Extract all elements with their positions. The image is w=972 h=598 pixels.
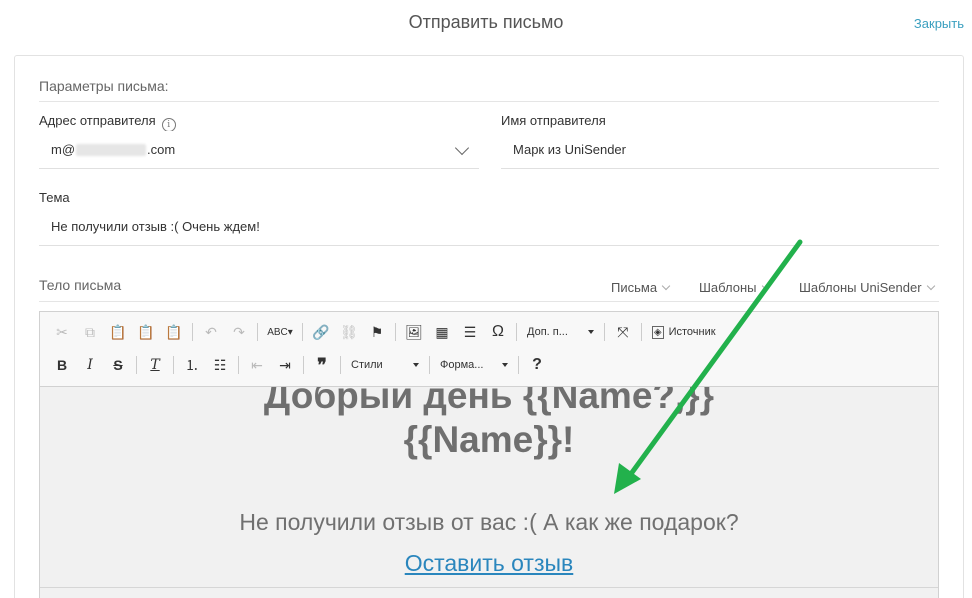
link-icon[interactable]: 🔗 xyxy=(307,320,335,344)
sender-address-suffix: .com xyxy=(147,142,176,157)
styles-combo[interactable]: Стили xyxy=(345,354,425,376)
tab-letters-label: Письма xyxy=(611,280,658,295)
editor-toolbar: ✂ ⧉ 📋 📋 📋 ↶ ↷ ABC▾ 🔗 ⛓ ⚑ 🖼 ▦ ☰ Ω Доп. п.… xyxy=(40,312,938,387)
toolbar-separator xyxy=(518,356,519,374)
content-divider xyxy=(40,587,938,588)
subject-input[interactable]: Не получили отзыв :( Очень ждем! xyxy=(39,208,939,246)
paste-icon[interactable]: 📋 xyxy=(104,320,132,344)
greeting-line-2: {{Name}}! xyxy=(403,419,575,460)
undo-icon[interactable]: ↶ xyxy=(197,320,225,344)
source-icon: ◈ xyxy=(651,325,664,339)
toolbar-separator xyxy=(516,323,517,341)
tab-unisender-templates[interactable]: Шаблоны UniSender xyxy=(799,280,935,295)
toolbar-separator xyxy=(303,356,304,374)
anchor-flag-icon[interactable]: ⚑ xyxy=(363,320,391,344)
divider xyxy=(39,101,939,102)
paste-text-icon[interactable]: 📋 xyxy=(132,320,160,344)
divider xyxy=(39,301,939,302)
letter-form-panel: Параметры письма: Адрес отправителя i m@.… xyxy=(14,55,964,598)
italic-icon[interactable]: I xyxy=(76,353,104,377)
remove-format-icon[interactable]: T xyxy=(141,353,169,377)
tab-templates[interactable]: Шаблоны xyxy=(699,280,770,295)
blockquote-icon[interactable]: ❞ xyxy=(308,353,336,377)
help-icon[interactable]: ? xyxy=(523,353,551,377)
bulleted-list-icon[interactable]: ☷ xyxy=(206,353,234,377)
toolbar-separator xyxy=(429,356,430,374)
toolbar-row-1: ✂ ⧉ 📋 📋 📋 ↶ ↷ ABC▾ 🔗 ⛓ ⚑ 🖼 ▦ ☰ Ω Доп. п.… xyxy=(48,318,722,346)
copy-icon[interactable]: ⧉ xyxy=(76,320,104,344)
strikethrough-icon[interactable]: S xyxy=(104,353,132,377)
tab-unisender-templates-label: Шаблоны UniSender xyxy=(799,280,922,295)
sender-name-label: Имя отправителя xyxy=(501,113,606,128)
bold-icon[interactable]: B xyxy=(48,353,76,377)
source-button[interactable]: ◈ Источник xyxy=(646,321,722,343)
dropdown-arrow-icon xyxy=(502,363,508,367)
greeting-line-1: Добрый день {{Name?,}} xyxy=(263,387,715,416)
styles-label: Стили xyxy=(351,359,383,371)
toolbar-separator xyxy=(395,323,396,341)
table-icon[interactable]: ▦ xyxy=(428,320,456,344)
sender-address-prefix: m@ xyxy=(51,142,76,157)
sender-address-select[interactable]: m@ .com xyxy=(39,131,479,169)
cut-icon[interactable]: ✂ xyxy=(48,320,76,344)
chevron-down-icon xyxy=(761,281,770,291)
sender-address-label-text: Адрес отправителя xyxy=(39,113,156,128)
chevron-down-icon xyxy=(926,281,935,291)
toolbar-separator xyxy=(257,323,258,341)
maximize-icon[interactable]: ⤧ xyxy=(609,320,637,344)
chevron-down-icon xyxy=(454,140,470,156)
tab-templates-label: Шаблоны xyxy=(699,280,757,295)
toolbar-separator xyxy=(238,356,239,374)
blurred-domain xyxy=(76,143,147,156)
modal-title: Отправить письмо xyxy=(408,12,564,32)
extra-plugins-combo[interactable]: Доп. п... xyxy=(521,321,600,343)
horizontal-line-icon[interactable]: ☰ xyxy=(456,320,484,344)
message-text: Не получили отзыв от вас :( А как же под… xyxy=(239,509,739,535)
outdent-icon[interactable]: ⇤ xyxy=(243,353,271,377)
source-label: Источник xyxy=(668,326,716,338)
body-label: Тело письма xyxy=(39,277,122,293)
toolbar-separator xyxy=(302,323,303,341)
toolbar-separator xyxy=(173,356,174,374)
toolbar-separator xyxy=(192,323,193,341)
image-icon[interactable]: 🖼 xyxy=(400,320,428,344)
extra-plugins-label: Доп. п... xyxy=(527,326,568,338)
dropdown-arrow-icon xyxy=(413,363,419,367)
format-combo[interactable]: Форма... xyxy=(434,354,514,376)
toolbar-separator xyxy=(340,356,341,374)
toolbar-row-2: B I S T ⒈ ☷ ⇤ ⇥ ❞ Стили Форма... ? xyxy=(48,351,551,379)
dropdown-arrow-icon xyxy=(587,330,594,334)
spellcheck-icon[interactable]: ABC▾ xyxy=(262,320,298,344)
chevron-down-icon xyxy=(661,281,671,291)
redo-icon[interactable]: ↷ xyxy=(225,320,253,344)
special-char-icon[interactable]: Ω xyxy=(484,320,512,344)
format-label: Форма... xyxy=(440,359,484,371)
indent-icon[interactable]: ⇥ xyxy=(271,353,299,377)
subject-label: Тема xyxy=(39,190,70,205)
info-icon[interactable]: i xyxy=(161,118,176,132)
toolbar-separator xyxy=(603,323,605,341)
close-link[interactable]: Закрыть xyxy=(914,16,964,31)
toolbar-separator xyxy=(136,356,137,374)
section-title: Параметры письма: xyxy=(39,78,169,94)
toolbar-separator xyxy=(640,323,642,341)
editor-content-area[interactable]: Добрый день {{Name?,}} {{Name}}! Не полу… xyxy=(40,387,938,598)
sender-name-input[interactable]: Марк из UniSender xyxy=(501,131,939,169)
leave-review-link[interactable]: Оставить отзыв xyxy=(40,550,938,577)
unlink-icon[interactable]: ⛓ xyxy=(335,320,363,344)
numbered-list-icon[interactable]: ⒈ xyxy=(178,353,206,377)
tab-letters[interactable]: Письма xyxy=(611,280,671,295)
paste-word-icon[interactable]: 📋 xyxy=(160,320,188,344)
sender-address-label: Адрес отправителя i xyxy=(39,113,176,132)
rich-text-editor: ✂ ⧉ 📋 📋 📋 ↶ ↷ ABC▾ 🔗 ⛓ ⚑ 🖼 ▦ ☰ Ω Доп. п.… xyxy=(39,311,939,598)
